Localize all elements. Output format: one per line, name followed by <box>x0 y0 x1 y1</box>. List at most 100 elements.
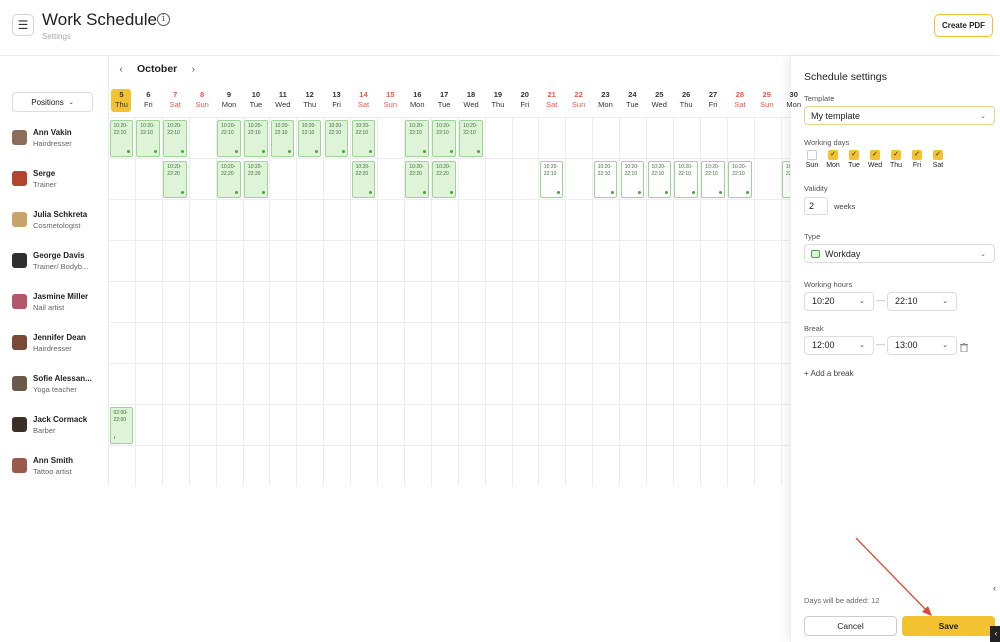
shift-block[interactable]: 10:20- 22:10 <box>728 161 752 198</box>
employee-row[interactable]: Jennifer Dean Hairdresser <box>0 322 108 363</box>
day-header-6: 6 Fri <box>135 90 162 114</box>
working-day-wed[interactable]: ✓ Wed <box>866 150 884 169</box>
shift-block[interactable]: 10:20- 22:20 <box>163 161 187 198</box>
employee-name: Sofie Alessan... <box>33 374 92 383</box>
day-header-9: 9 Mon <box>216 90 243 114</box>
employee-row[interactable]: Serge Trainer <box>0 158 108 199</box>
employee-row[interactable]: Jasmine Miller Nail artist <box>0 281 108 322</box>
shift-block[interactable]: 10:20- 22:10 <box>782 161 790 198</box>
employee-row[interactable]: Sofie Alessan... Yoga teacher <box>0 363 108 404</box>
employee-name: Julia Schkreta <box>33 210 88 219</box>
working-day-label: Fri <box>912 162 922 169</box>
employee-row[interactable]: Julia Schkreta Cosmetologist <box>0 199 108 240</box>
shift-block[interactable]: 10:20- 22:10 <box>297 120 322 157</box>
working-hours-to-select[interactable]: 22:10 ⌄ <box>887 292 957 311</box>
template-value: My template <box>811 110 861 121</box>
chevron-left-icon[interactable]: ‹ <box>993 583 996 593</box>
employee-row[interactable]: Ann Smith Tattoo artist <box>0 445 108 486</box>
info-icon[interactable]: i <box>157 13 170 26</box>
shift-block[interactable]: 10:20- 22:20 <box>405 161 429 198</box>
day-number: 13 <box>332 90 341 99</box>
shift-block[interactable]: 10:20- 22:10 <box>163 120 187 157</box>
checkbox[interactable]: ✓ <box>870 150 880 160</box>
employee-row[interactable]: Ann Vakin Hairdresser <box>0 117 108 158</box>
checkbox[interactable]: ✓ <box>912 150 922 160</box>
day-of-week: Wed <box>275 100 291 109</box>
shift-time: 10:20- 22:10 <box>409 123 424 136</box>
chevron-down-icon: ⌄ <box>859 342 865 349</box>
break-from-select[interactable]: 12:00 ⌄ <box>804 336 874 355</box>
working-day-sat[interactable]: ✓ Sat <box>929 150 947 169</box>
day-of-week: Fri <box>143 100 153 109</box>
day-of-week: Sun <box>383 100 398 109</box>
breadcrumb[interactable]: Settings <box>42 32 71 41</box>
shift-block[interactable]: 10:20- 22:10 <box>620 161 645 198</box>
shift-status-dot <box>476 150 480 153</box>
employee-role: Trainer/ Bodyb... <box>33 262 89 271</box>
working-day-fri[interactable]: ✓ Fri <box>908 150 926 169</box>
checkbox[interactable]: ✓ <box>891 150 901 160</box>
collapse-panel-button[interactable]: ‹ <box>990 626 1000 642</box>
shift-block[interactable]: 10:20- 22:10 <box>459 120 483 157</box>
working-day-mon[interactable]: ✓ Mon <box>824 150 842 169</box>
working-day-tue[interactable]: ✓ Tue <box>845 150 863 169</box>
shift-time: 10:20- 22:10 <box>597 164 612 177</box>
shift-time: 10:20- 22:10 <box>274 123 290 136</box>
shift-time: 10:20- 22:10 <box>301 123 316 136</box>
shift-block[interactable]: 10:20- 22:20 <box>244 161 268 198</box>
day-of-week: Fri <box>520 100 530 109</box>
days-header: 5 Thu 6 Fri 7 Sat 8 Sun 9 Mon 10 Tue 11 Wed 12 Thu 13 Fri… <box>108 89 807 114</box>
shift-block[interactable]: 10:20- 22:10 <box>244 120 268 157</box>
employee-row[interactable]: Jack Cormack Barber <box>0 404 108 445</box>
shift-block[interactable]: 10:20- 22:20 <box>432 161 456 198</box>
menu-button[interactable]: ☰ <box>12 14 34 36</box>
shift-block[interactable]: 10:20- 22:20 <box>217 161 241 198</box>
template-select[interactable]: My template ⌄ <box>804 106 995 125</box>
validity-input[interactable]: 2 <box>804 197 828 215</box>
chevron-left-icon[interactable]: ‹ <box>115 64 127 75</box>
day-of-week: Mon <box>598 100 613 109</box>
shift-block[interactable]: 10:20- 22:10 <box>136 120 160 157</box>
employee-row[interactable]: George Davis Trainer/ Bodyb... <box>0 240 108 281</box>
checkbox[interactable] <box>807 150 817 160</box>
type-select[interactable]: Workday ⌄ <box>804 244 995 263</box>
day-of-week: Sat <box>357 100 370 109</box>
shift-block[interactable]: 10:20- 22:10 <box>432 120 456 157</box>
trash-icon[interactable] <box>960 343 968 352</box>
grid-line <box>108 322 790 323</box>
shift-status-dot <box>665 191 668 194</box>
day-of-week: Tue <box>249 100 263 109</box>
chevron-down-icon: ⌄ <box>68 99 74 106</box>
working-day-sun[interactable]: Sun <box>803 150 821 169</box>
shift-block[interactable]: 10:20- 22:10 <box>351 120 376 157</box>
working-day-thu[interactable]: ✓ Thu <box>887 150 905 169</box>
avatar <box>12 294 27 309</box>
grid-line <box>108 199 790 200</box>
grid-line <box>484 118 486 486</box>
shift-block[interactable]: 10:20- 22:10 <box>217 120 241 157</box>
shift-block[interactable]: 02:00- 22:00 <box>109 407 133 444</box>
range-dash: — <box>876 339 885 349</box>
shift-block[interactable]: 10:20- 22:10 <box>593 161 618 198</box>
chevron-right-icon[interactable]: › <box>187 64 199 75</box>
checkbox[interactable]: ✓ <box>828 150 838 160</box>
checkbox[interactable]: ✓ <box>849 150 859 160</box>
positions-dropdown[interactable]: Positions ⌄ <box>12 92 93 112</box>
shift-block[interactable]: 10:20- 22:10 <box>405 120 429 157</box>
break-to-select[interactable]: 13:00 ⌄ <box>887 336 957 355</box>
day-number: 22 <box>574 90 583 99</box>
shift-block[interactable]: 10:20- 22:10 <box>701 161 725 198</box>
shift-status-dot <box>234 191 238 194</box>
shift-block[interactable]: 10:20- 22:10 <box>109 120 133 157</box>
shift-block[interactable]: 10:20- 22:10 <box>539 161 564 198</box>
shift-block[interactable]: 10:20- 22:10 <box>270 120 295 157</box>
checkbox[interactable]: ✓ <box>933 150 943 160</box>
range-dash: — <box>876 295 885 305</box>
shift-block[interactable]: 10:20- 22:10 <box>324 120 349 157</box>
working-hours-from-select[interactable]: 10:20 ⌄ <box>804 292 874 311</box>
shift-block[interactable]: 10:20- 22:10 <box>647 161 671 198</box>
create-pdf-button[interactable]: Create PDF <box>934 14 993 37</box>
shift-block[interactable]: 10:20- 22:20 <box>351 161 376 198</box>
shift-block[interactable]: 10:20- 22:10 <box>674 161 698 198</box>
add-break-button[interactable]: + Add a break <box>804 369 854 378</box>
